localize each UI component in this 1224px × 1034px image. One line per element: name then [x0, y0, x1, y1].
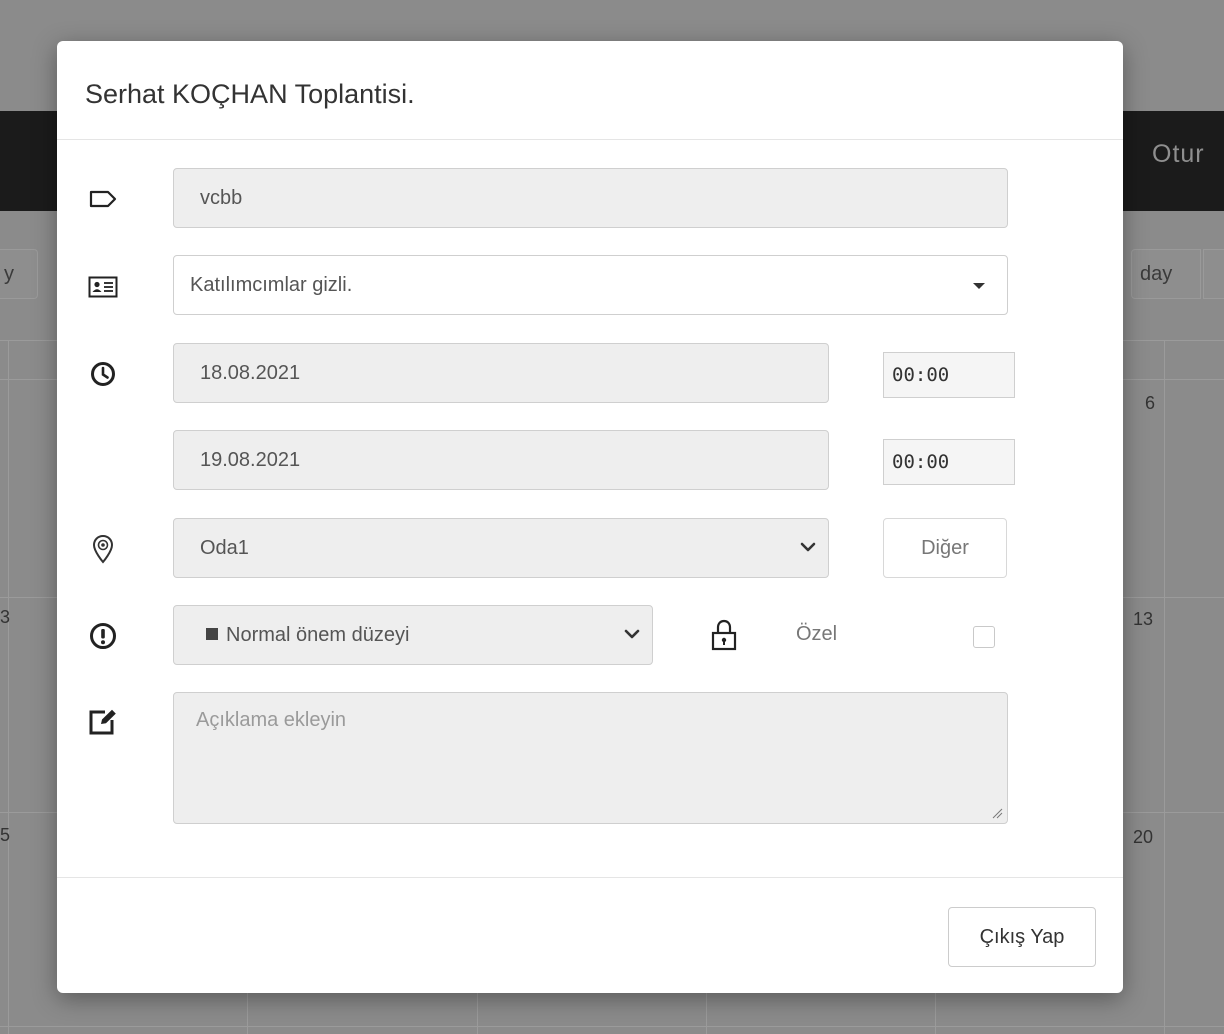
subject-input[interactable]: vcbb: [173, 168, 1008, 228]
modal-title: Serhat KOÇHAN Toplantisi.: [85, 79, 415, 109]
caret-down-icon: [973, 283, 985, 289]
background-right-button: [1203, 249, 1224, 299]
background-navbar-text: Otur: [1152, 140, 1205, 168]
attendees-select-value: Katılımcımlar gizli.: [190, 274, 353, 296]
end-date-input[interactable]: 19.08.2021: [173, 430, 829, 490]
background-day-number: 6: [1145, 393, 1156, 413]
background-grid-line: [1164, 340, 1165, 1034]
modal-header: Serhat KOÇHAN Toplantisi.: [57, 41, 1123, 140]
resize-grip-icon[interactable]: [991, 807, 1003, 819]
end-time-input[interactable]: 00:00: [883, 439, 1015, 485]
background-day-number: 13: [1133, 609, 1154, 629]
background-day-number: 5: [0, 825, 11, 845]
location-pin-icon: [85, 531, 121, 567]
lock-icon: [707, 616, 741, 654]
start-date-input[interactable]: 18.08.2021: [173, 343, 829, 403]
other-location-button[interactable]: Diğer: [883, 518, 1007, 578]
description-placeholder: Açıklama ekleyin: [196, 709, 347, 731]
background-day-number: 3: [0, 607, 11, 627]
exit-button[interactable]: Çıkış Yap: [948, 907, 1096, 967]
private-label: Özel: [796, 623, 838, 645]
description-textarea[interactable]: Açıklama ekleyin: [173, 692, 1008, 824]
meeting-modal: Serhat KOÇHAN Toplantisi. vcbb Katılımcı…: [57, 41, 1123, 993]
contact-card-icon: [85, 269, 121, 305]
priority-color-swatch: [206, 628, 218, 640]
priority-select-value: Normal önem düzeyi: [226, 624, 410, 646]
exclamation-circle-icon: [85, 618, 121, 654]
location-select-value: Oda1: [200, 537, 249, 559]
attendees-select[interactable]: Katılımcımlar gizli.: [173, 255, 1008, 315]
background-day-number: 20: [1133, 827, 1154, 847]
background-grid-line: [8, 340, 9, 1034]
background-day-button: day: [1131, 249, 1201, 299]
private-checkbox[interactable]: [973, 626, 995, 648]
location-select[interactable]: Oda1: [173, 518, 829, 578]
chevron-down-icon: [800, 542, 816, 552]
clock-icon: [85, 356, 121, 392]
edit-note-icon: [85, 704, 121, 740]
tag-icon: [85, 181, 121, 217]
chevron-down-icon: [624, 629, 640, 639]
start-time-input[interactable]: 00:00: [883, 352, 1015, 398]
background-grid-line: [0, 1026, 1224, 1027]
background-left-button: y: [0, 249, 38, 299]
priority-select[interactable]: Normal önem düzeyi: [173, 605, 653, 665]
